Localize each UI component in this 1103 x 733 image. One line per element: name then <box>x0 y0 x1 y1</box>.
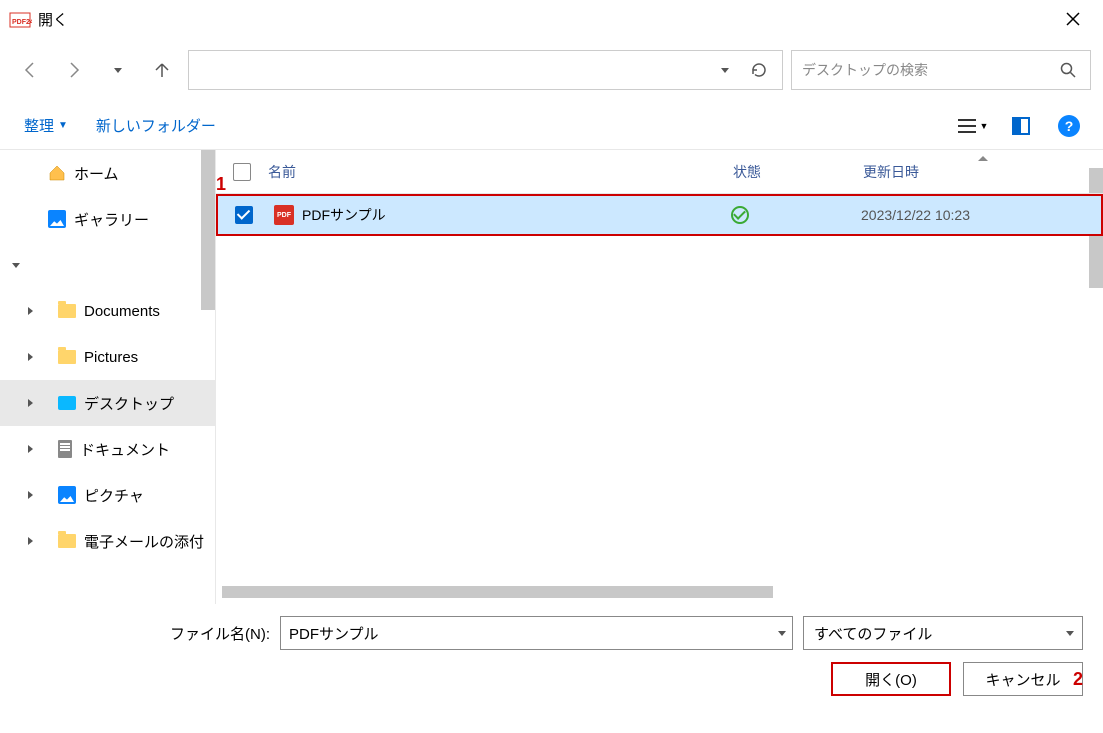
refresh-button[interactable] <box>742 53 776 87</box>
status-ok-icon <box>731 206 749 224</box>
folder-icon <box>58 304 76 318</box>
file-type-select[interactable]: すべてのファイル <box>803 616 1083 650</box>
annotation-1: 1 <box>216 174 226 195</box>
address-dropdown[interactable] <box>708 53 742 87</box>
search-box[interactable]: デスクトップの検索 <box>791 50 1091 90</box>
main-area: ホーム ギャラリー Documents Pictures デスクトップ ドキュメ… <box>0 150 1103 604</box>
file-name: PDFサンプル <box>302 205 386 225</box>
nav-row: デスクトップの検索 <box>0 38 1103 102</box>
sidebar-home[interactable]: ホーム <box>0 150 215 196</box>
svg-text:PDF24: PDF24 <box>12 19 32 26</box>
help-button[interactable]: ? <box>1051 108 1087 144</box>
address-bar[interactable] <box>188 50 783 90</box>
sidebar-gallery[interactable]: ギャラリー <box>0 196 215 242</box>
sidebar-documents[interactable]: Documents <box>0 288 215 334</box>
gallery-icon <box>48 210 66 228</box>
picture-icon <box>58 486 76 504</box>
horizontal-scrollbar[interactable] <box>222 586 1083 598</box>
file-checkbox[interactable] <box>235 206 253 224</box>
sidebar-pictures[interactable]: Pictures <box>0 334 215 380</box>
forward-button[interactable] <box>56 52 92 88</box>
window-title: 開く <box>38 9 68 30</box>
sidebar-document-jp[interactable]: ドキュメント <box>0 426 215 472</box>
new-folder-button[interactable]: 新しいフォルダー <box>88 109 224 142</box>
help-icon: ? <box>1058 115 1080 137</box>
column-modified[interactable]: 更新日時 <box>863 162 1103 182</box>
sort-indicator-icon <box>978 156 988 161</box>
file-row[interactable]: PDF PDFサンプル 2023/12/22 10:23 <box>216 194 1103 236</box>
close-button[interactable] <box>1051 2 1095 36</box>
annotation-2: 2 <box>1073 669 1083 690</box>
search-icon <box>1056 62 1080 78</box>
filename-dropdown[interactable] <box>778 631 786 636</box>
title-bar: PDF24 開く <box>0 0 1103 38</box>
column-name[interactable]: 名前 <box>268 162 733 182</box>
recent-dropdown[interactable] <box>100 52 136 88</box>
document-icon <box>58 440 72 458</box>
cancel-button[interactable]: キャンセル <box>963 662 1083 696</box>
sidebar-collapse-group[interactable] <box>0 242 215 288</box>
column-state[interactable]: 状態 <box>733 162 863 182</box>
folder-icon <box>58 350 76 364</box>
view-mode-button[interactable]: ▼ <box>955 108 991 144</box>
bottom-bar: ファイル名(N): PDFサンプル すべてのファイル 2 開く(O) キャンセル <box>0 604 1103 708</box>
file-list-area: 名前 状態 更新日時 1 PDF PDFサンプル 2023/12/22 10:2… <box>216 150 1103 604</box>
up-button[interactable] <box>144 52 180 88</box>
sidebar-picture-jp[interactable]: ピクチャ <box>0 472 215 518</box>
back-button[interactable] <box>12 52 48 88</box>
organize-button[interactable]: 整理▼ <box>16 109 76 142</box>
search-placeholder: デスクトップの検索 <box>802 60 1056 80</box>
folder-icon <box>58 534 76 548</box>
sidebar-email-attach[interactable]: 電子メールの添付 <box>0 518 215 564</box>
home-icon <box>48 164 66 182</box>
file-date: 2023/12/22 10:23 <box>861 207 1101 223</box>
sidebar-desktop[interactable]: デスクトップ <box>0 380 215 426</box>
app-icon: PDF24 <box>8 7 32 31</box>
preview-pane-button[interactable] <box>1003 108 1039 144</box>
desktop-icon <box>58 396 76 410</box>
sidebar: ホーム ギャラリー Documents Pictures デスクトップ ドキュメ… <box>0 150 216 604</box>
filename-input[interactable]: PDFサンプル <box>280 616 793 650</box>
pdf-icon: PDF <box>274 205 294 225</box>
filename-label: ファイル名(N): <box>20 623 270 644</box>
open-button[interactable]: 開く(O) <box>831 662 951 696</box>
file-header: 名前 状態 更新日時 <box>216 150 1103 194</box>
toolbar: 整理▼ 新しいフォルダー ▼ ? <box>0 102 1103 150</box>
